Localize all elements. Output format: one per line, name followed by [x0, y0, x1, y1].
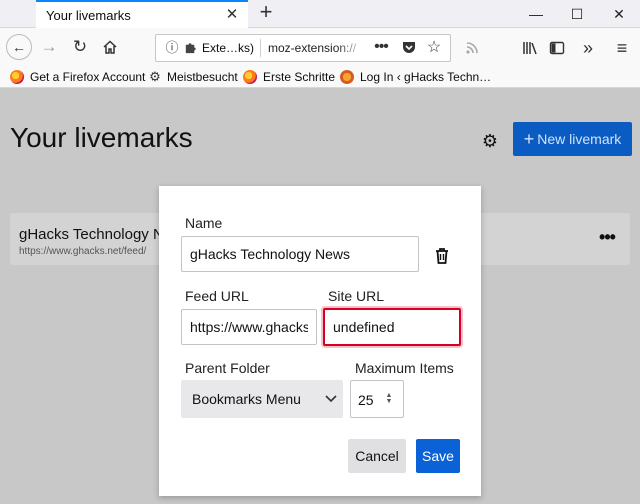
- firefox-icon: [10, 70, 24, 84]
- bookmark-label: Log In ‹ gHacks Techn…: [360, 70, 492, 84]
- extension-puzzle-icon: [183, 40, 199, 56]
- back-arrow-icon[interactable]: ←: [6, 34, 32, 60]
- url-bar[interactable]: ⓘ Exte…ks) moz-extension:// ••• ☆: [155, 34, 451, 62]
- site-url-label: Site URL: [328, 288, 385, 304]
- tab-close-icon[interactable]: ✕: [224, 7, 240, 23]
- url-fade: [336, 37, 366, 59]
- tab-strip: Your livemarks ✕ + — ☐ ✕: [0, 0, 640, 28]
- name-field[interactable]: [181, 236, 419, 272]
- site-url-field[interactable]: [323, 308, 461, 346]
- url-separator: [260, 39, 261, 57]
- maximize-button[interactable]: ☐: [566, 4, 588, 24]
- maximum-items-label: Maximum Items: [355, 360, 454, 376]
- forward-arrow-icon[interactable]: →: [37, 35, 61, 59]
- parent-folder-value: Bookmarks Menu: [192, 391, 301, 407]
- trash-icon[interactable]: [433, 246, 453, 266]
- bookmark-item[interactable]: Get a Firefox Account: [10, 69, 145, 85]
- gear-icon: ⚙: [149, 69, 161, 84]
- parent-folder-select[interactable]: Bookmarks Menu: [181, 380, 343, 418]
- cancel-button[interactable]: Cancel: [348, 439, 406, 473]
- bookmark-label: Get a Firefox Account: [30, 70, 146, 84]
- tab-title: Your livemarks: [46, 8, 131, 23]
- settings-gear-icon[interactable]: ⚙: [479, 130, 501, 152]
- bookmark-label: Erste Schritte: [263, 70, 336, 84]
- bookmark-item[interactable]: ⚙ Meistbesucht: [148, 69, 238, 85]
- bookmarks-toolbar: Get a Firefox Account ⚙ Meistbesucht Erst…: [0, 66, 640, 88]
- hamburger-menu-icon[interactable]: ≡: [610, 35, 634, 61]
- chevron-down-icon: [323, 390, 339, 406]
- feed-url: https://www.ghacks.net/feed/: [19, 246, 147, 257]
- save-button[interactable]: Save: [416, 439, 460, 473]
- new-tab-button[interactable]: +: [255, 1, 277, 24]
- more-options-icon[interactable]: •••: [594, 228, 620, 247]
- feed-url-label: Feed URL: [185, 288, 249, 304]
- firefox-icon: [243, 70, 257, 84]
- bookmark-item[interactable]: Erste Schritte: [243, 69, 335, 85]
- maximum-items-value: 25: [358, 392, 374, 408]
- name-label: Name: [185, 215, 223, 231]
- url-extension-label: Exte…ks): [202, 41, 255, 55]
- bookmark-label: Meistbesucht: [167, 70, 238, 84]
- page-actions-icon[interactable]: •••: [370, 38, 392, 58]
- parent-folder-label: Parent Folder: [185, 360, 270, 376]
- tab-your-livemarks[interactable]: Your livemarks ✕: [36, 0, 248, 28]
- page-title: Your livemarks: [10, 122, 193, 153]
- edit-livemark-dialog: Name Feed URL Site URL Parent Folder Boo…: [159, 186, 481, 496]
- bookmark-item[interactable]: Log In ‹ gHacks Techn…: [340, 69, 491, 85]
- close-window-button[interactable]: ✕: [608, 4, 630, 24]
- sidebar-icon[interactable]: [545, 35, 569, 61]
- ghacks-icon: [340, 70, 354, 84]
- maximum-items-stepper[interactable]: 25 ▲ ▼: [350, 380, 404, 418]
- home-icon[interactable]: [98, 35, 122, 59]
- info-icon[interactable]: ⓘ: [164, 40, 180, 56]
- feed-url-field[interactable]: [181, 309, 317, 345]
- spinner-arrows-icon[interactable]: ▲ ▼: [383, 392, 395, 405]
- new-livemark-label: New livemark: [537, 131, 622, 147]
- reload-icon[interactable]: ↻: [68, 35, 92, 59]
- plus-icon: +: [523, 129, 535, 149]
- rss-icon[interactable]: [460, 35, 484, 61]
- library-icon[interactable]: [518, 35, 542, 61]
- overflow-chevrons-icon[interactable]: »: [576, 35, 600, 61]
- minimize-button[interactable]: —: [525, 4, 547, 24]
- star-icon[interactable]: ☆: [424, 38, 444, 58]
- new-livemark-button[interactable]: + New livemark: [513, 122, 632, 156]
- pocket-icon[interactable]: [400, 39, 418, 57]
